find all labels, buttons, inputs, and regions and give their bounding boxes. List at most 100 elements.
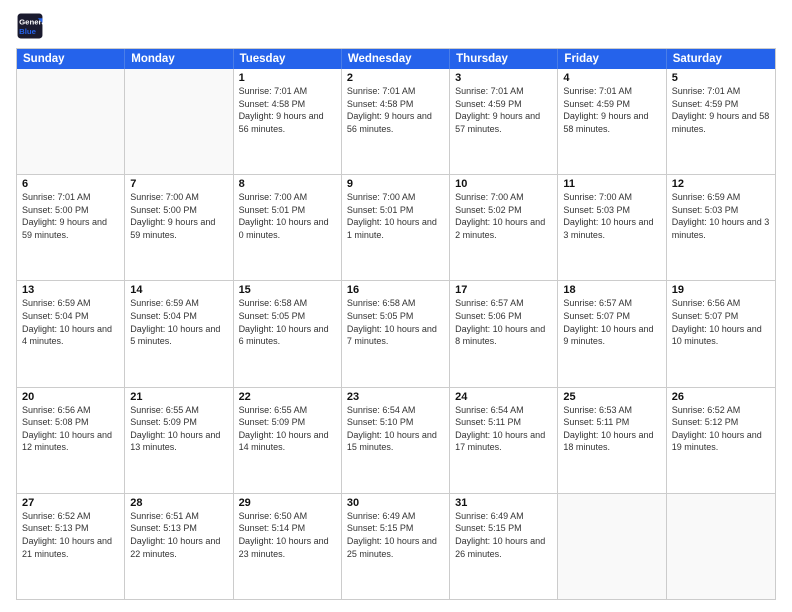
day-header-sunday: Sunday (17, 49, 125, 69)
day-number: 3 (455, 72, 552, 84)
day-info: Sunrise: 6:54 AM Sunset: 5:10 PM Dayligh… (347, 404, 444, 454)
day-info: Sunrise: 7:00 AM Sunset: 5:02 PM Dayligh… (455, 191, 552, 241)
day-cell-5: 5Sunrise: 7:01 AM Sunset: 4:59 PM Daylig… (667, 69, 775, 174)
day-info: Sunrise: 6:58 AM Sunset: 5:05 PM Dayligh… (239, 297, 336, 347)
day-info: Sunrise: 7:01 AM Sunset: 4:59 PM Dayligh… (455, 85, 552, 135)
page: General Blue SundayMondayTuesdayWednesda… (0, 0, 792, 612)
day-info: Sunrise: 7:01 AM Sunset: 5:00 PM Dayligh… (22, 191, 119, 241)
empty-cell (558, 494, 666, 599)
day-cell-20: 20Sunrise: 6:56 AM Sunset: 5:08 PM Dayli… (17, 388, 125, 493)
day-header-thursday: Thursday (450, 49, 558, 69)
svg-text:Blue: Blue (19, 27, 37, 36)
day-header-tuesday: Tuesday (234, 49, 342, 69)
day-info: Sunrise: 6:49 AM Sunset: 5:15 PM Dayligh… (347, 510, 444, 560)
day-number: 19 (672, 284, 770, 296)
week-row-4: 20Sunrise: 6:56 AM Sunset: 5:08 PM Dayli… (17, 388, 775, 494)
day-cell-26: 26Sunrise: 6:52 AM Sunset: 5:12 PM Dayli… (667, 388, 775, 493)
day-cell-2: 2Sunrise: 7:01 AM Sunset: 4:58 PM Daylig… (342, 69, 450, 174)
day-number: 11 (563, 178, 660, 190)
week-row-1: 1Sunrise: 7:01 AM Sunset: 4:58 PM Daylig… (17, 69, 775, 175)
day-number: 26 (672, 391, 770, 403)
day-number: 21 (130, 391, 227, 403)
day-info: Sunrise: 7:01 AM Sunset: 4:58 PM Dayligh… (347, 85, 444, 135)
day-cell-10: 10Sunrise: 7:00 AM Sunset: 5:02 PM Dayli… (450, 175, 558, 280)
day-cell-14: 14Sunrise: 6:59 AM Sunset: 5:04 PM Dayli… (125, 281, 233, 386)
day-info: Sunrise: 7:00 AM Sunset: 5:00 PM Dayligh… (130, 191, 227, 241)
day-header-saturday: Saturday (667, 49, 775, 69)
day-info: Sunrise: 7:00 AM Sunset: 5:01 PM Dayligh… (239, 191, 336, 241)
day-number: 28 (130, 497, 227, 509)
day-cell-1: 1Sunrise: 7:01 AM Sunset: 4:58 PM Daylig… (234, 69, 342, 174)
empty-cell (125, 69, 233, 174)
day-info: Sunrise: 6:51 AM Sunset: 5:13 PM Dayligh… (130, 510, 227, 560)
day-info: Sunrise: 6:52 AM Sunset: 5:12 PM Dayligh… (672, 404, 770, 454)
day-cell-27: 27Sunrise: 6:52 AM Sunset: 5:13 PM Dayli… (17, 494, 125, 599)
day-info: Sunrise: 6:57 AM Sunset: 5:07 PM Dayligh… (563, 297, 660, 347)
day-cell-3: 3Sunrise: 7:01 AM Sunset: 4:59 PM Daylig… (450, 69, 558, 174)
day-info: Sunrise: 6:52 AM Sunset: 5:13 PM Dayligh… (22, 510, 119, 560)
day-cell-22: 22Sunrise: 6:55 AM Sunset: 5:09 PM Dayli… (234, 388, 342, 493)
empty-cell (17, 69, 125, 174)
day-info: Sunrise: 6:56 AM Sunset: 5:07 PM Dayligh… (672, 297, 770, 347)
day-cell-31: 31Sunrise: 6:49 AM Sunset: 5:15 PM Dayli… (450, 494, 558, 599)
day-number: 15 (239, 284, 336, 296)
day-number: 30 (347, 497, 444, 509)
day-cell-12: 12Sunrise: 6:59 AM Sunset: 5:03 PM Dayli… (667, 175, 775, 280)
logo: General Blue (16, 12, 48, 40)
week-row-3: 13Sunrise: 6:59 AM Sunset: 5:04 PM Dayli… (17, 281, 775, 387)
day-info: Sunrise: 6:55 AM Sunset: 5:09 PM Dayligh… (130, 404, 227, 454)
day-cell-28: 28Sunrise: 6:51 AM Sunset: 5:13 PM Dayli… (125, 494, 233, 599)
day-info: Sunrise: 6:59 AM Sunset: 5:03 PM Dayligh… (672, 191, 770, 241)
day-cell-19: 19Sunrise: 6:56 AM Sunset: 5:07 PM Dayli… (667, 281, 775, 386)
day-cell-30: 30Sunrise: 6:49 AM Sunset: 5:15 PM Dayli… (342, 494, 450, 599)
day-info: Sunrise: 6:59 AM Sunset: 5:04 PM Dayligh… (130, 297, 227, 347)
day-cell-16: 16Sunrise: 6:58 AM Sunset: 5:05 PM Dayli… (342, 281, 450, 386)
day-info: Sunrise: 6:57 AM Sunset: 5:06 PM Dayligh… (455, 297, 552, 347)
day-number: 12 (672, 178, 770, 190)
day-number: 20 (22, 391, 119, 403)
day-info: Sunrise: 6:59 AM Sunset: 5:04 PM Dayligh… (22, 297, 119, 347)
day-number: 27 (22, 497, 119, 509)
day-info: Sunrise: 7:00 AM Sunset: 5:03 PM Dayligh… (563, 191, 660, 241)
day-number: 23 (347, 391, 444, 403)
header: General Blue (16, 12, 776, 40)
day-cell-18: 18Sunrise: 6:57 AM Sunset: 5:07 PM Dayli… (558, 281, 666, 386)
day-info: Sunrise: 6:58 AM Sunset: 5:05 PM Dayligh… (347, 297, 444, 347)
day-info: Sunrise: 6:56 AM Sunset: 5:08 PM Dayligh… (22, 404, 119, 454)
day-cell-29: 29Sunrise: 6:50 AM Sunset: 5:14 PM Dayli… (234, 494, 342, 599)
day-number: 29 (239, 497, 336, 509)
week-row-5: 27Sunrise: 6:52 AM Sunset: 5:13 PM Dayli… (17, 494, 775, 599)
day-cell-13: 13Sunrise: 6:59 AM Sunset: 5:04 PM Dayli… (17, 281, 125, 386)
day-number: 8 (239, 178, 336, 190)
calendar-header: SundayMondayTuesdayWednesdayThursdayFrid… (17, 49, 775, 69)
day-cell-17: 17Sunrise: 6:57 AM Sunset: 5:06 PM Dayli… (450, 281, 558, 386)
day-number: 5 (672, 72, 770, 84)
day-number: 22 (239, 391, 336, 403)
day-info: Sunrise: 7:01 AM Sunset: 4:59 PM Dayligh… (672, 85, 770, 135)
day-cell-8: 8Sunrise: 7:00 AM Sunset: 5:01 PM Daylig… (234, 175, 342, 280)
day-cell-9: 9Sunrise: 7:00 AM Sunset: 5:01 PM Daylig… (342, 175, 450, 280)
day-info: Sunrise: 6:53 AM Sunset: 5:11 PM Dayligh… (563, 404, 660, 454)
day-cell-21: 21Sunrise: 6:55 AM Sunset: 5:09 PM Dayli… (125, 388, 233, 493)
week-row-2: 6Sunrise: 7:01 AM Sunset: 5:00 PM Daylig… (17, 175, 775, 281)
day-cell-24: 24Sunrise: 6:54 AM Sunset: 5:11 PM Dayli… (450, 388, 558, 493)
day-number: 10 (455, 178, 552, 190)
day-number: 7 (130, 178, 227, 190)
day-number: 31 (455, 497, 552, 509)
day-cell-6: 6Sunrise: 7:01 AM Sunset: 5:00 PM Daylig… (17, 175, 125, 280)
logo-icon: General Blue (16, 12, 44, 40)
day-number: 16 (347, 284, 444, 296)
day-number: 9 (347, 178, 444, 190)
day-cell-23: 23Sunrise: 6:54 AM Sunset: 5:10 PM Dayli… (342, 388, 450, 493)
day-info: Sunrise: 7:01 AM Sunset: 4:58 PM Dayligh… (239, 85, 336, 135)
calendar-body: 1Sunrise: 7:01 AM Sunset: 4:58 PM Daylig… (17, 69, 775, 599)
day-cell-15: 15Sunrise: 6:58 AM Sunset: 5:05 PM Dayli… (234, 281, 342, 386)
day-number: 4 (563, 72, 660, 84)
day-number: 14 (130, 284, 227, 296)
day-number: 18 (563, 284, 660, 296)
day-header-wednesday: Wednesday (342, 49, 450, 69)
day-info: Sunrise: 6:50 AM Sunset: 5:14 PM Dayligh… (239, 510, 336, 560)
calendar: SundayMondayTuesdayWednesdayThursdayFrid… (16, 48, 776, 600)
day-cell-11: 11Sunrise: 7:00 AM Sunset: 5:03 PM Dayli… (558, 175, 666, 280)
day-header-monday: Monday (125, 49, 233, 69)
